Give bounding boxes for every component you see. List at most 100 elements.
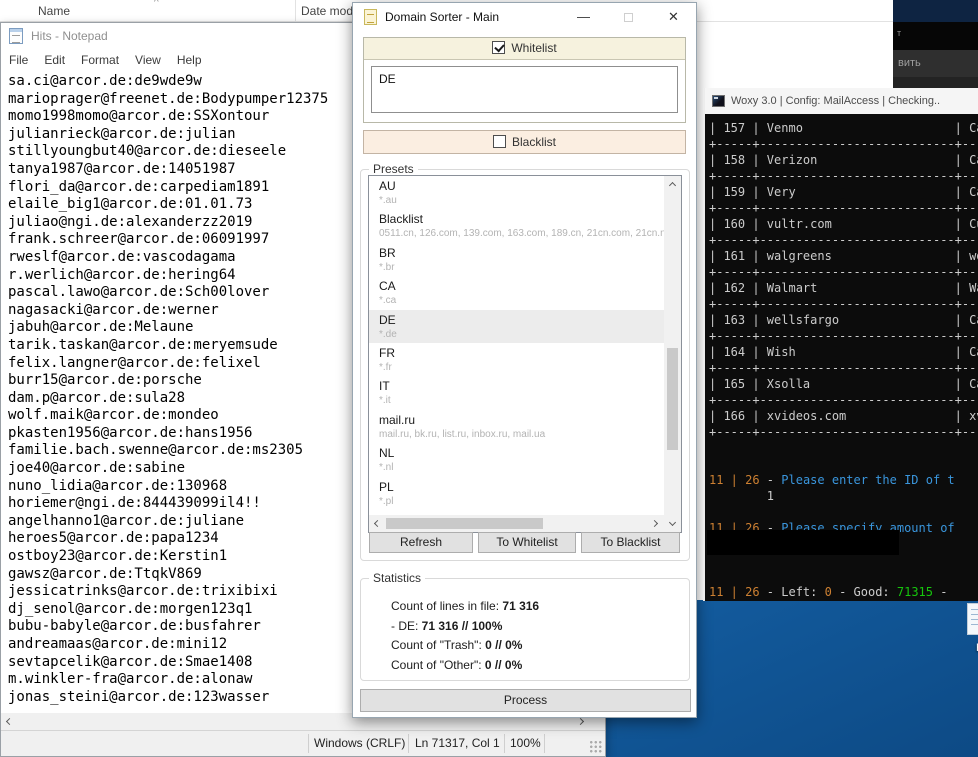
preset-item[interactable]: IT*.it — [369, 376, 664, 409]
console-table-row: | 164 | Wish | Ca — [709, 344, 978, 360]
preset-item[interactable]: mail.rumail.ru, bk.ru, list.ru, inbox.ru… — [369, 410, 664, 443]
column-divider[interactable] — [295, 0, 296, 21]
console-table-separator: +-----+---------------------------+--- — [709, 136, 978, 152]
status-zoom-level: 100% — [510, 731, 541, 756]
preset-item[interactable]: Blacklist0511.cn, 126.com, 139.com, 163.… — [369, 209, 664, 242]
status-separator — [504, 734, 505, 753]
resize-grip[interactable] — [589, 740, 602, 753]
blacklist-checkbox[interactable] — [493, 135, 506, 148]
blacklist-panel[interactable]: Blacklist — [363, 130, 686, 154]
menu-edit[interactable]: Edit — [36, 49, 73, 71]
dark-window-body: т — [893, 22, 978, 50]
statistics-legend: Statistics — [369, 571, 425, 585]
menu-file[interactable]: File — [1, 49, 36, 71]
console-table-row: | 165 | Xsolla | Ca — [709, 376, 978, 392]
console-message-line — [709, 456, 978, 472]
scroll-left-icon[interactable] — [1, 713, 17, 730]
preset-domains: *.pl — [379, 495, 664, 508]
vertical-scroll-thumb[interactable] — [667, 348, 678, 450]
console-table-separator: +-----+---------------------------+--- — [709, 424, 978, 440]
status-line-ending: Windows (CRLF) — [314, 731, 405, 756]
preset-domains: *.de — [379, 328, 664, 341]
console-message-line: 11 | 26 - Left: 0 - Good: 71315 - — [709, 584, 978, 600]
menu-help[interactable]: Help — [169, 49, 210, 71]
maximize-button[interactable] — [606, 3, 651, 31]
preset-item[interactable]: DE*.de — [369, 310, 664, 343]
console-table-row: | 157 | Venmo | Ca — [709, 120, 978, 136]
console-table-row: | 161 | walgreens | wo — [709, 248, 978, 264]
status-separator — [308, 734, 309, 753]
console-table-row: | 166 | xvideos.com | xv — [709, 408, 978, 424]
preset-item[interactable]: BR*.br — [369, 243, 664, 276]
scroll-left-icon[interactable] — [369, 515, 385, 532]
console-icon — [712, 95, 725, 107]
redacted-area — [707, 530, 899, 555]
console-table-row: | 162 | Walmart | Wa — [709, 280, 978, 296]
preset-name: mail.ru — [379, 412, 664, 428]
console-table-separator: +-----+---------------------------+--- — [709, 168, 978, 184]
preset-name: Blacklist — [379, 211, 664, 227]
presets-listbox[interactable]: AU*.auBlacklist0511.cn, 126.com, 139.com… — [368, 175, 682, 533]
console-table-separator: +-----+---------------------------+--- — [709, 264, 978, 280]
horizontal-scroll-thumb[interactable] — [386, 518, 543, 529]
woxy-console-window: Woxy 3.0 | Config: MailAccess | Checking… — [703, 88, 978, 601]
to-blacklist-button[interactable]: To Blacklist — [581, 532, 680, 553]
text-file-icon — [967, 603, 978, 635]
background-dark-window: т вить — [893, 0, 978, 96]
close-button[interactable]: ✕ — [651, 3, 696, 31]
to-whitelist-button[interactable]: To Whitelist — [478, 532, 576, 553]
sort-ascending-icon: ^ — [154, 0, 159, 8]
menu-view[interactable]: View — [127, 49, 169, 71]
statistics-line: Count of lines in file: 71 316 — [391, 597, 539, 617]
minimize-button[interactable]: — — [561, 3, 606, 31]
statistics-line: - DE: 71 316 // 100% — [391, 617, 539, 637]
preset-item[interactable]: PL*.pl — [369, 477, 664, 510]
whitelist-panel: Whitelist DE — [363, 37, 686, 123]
explorer-column-date-modified[interactable]: Date mod — [301, 4, 353, 18]
preset-item[interactable]: FR*.fr — [369, 343, 664, 376]
console-table-separator: +-----+---------------------------+--- — [709, 392, 978, 408]
desktop: { "desktop": { "icon_label": "H" }, "exp… — [0, 0, 978, 757]
statistics-line: Count of "Trash": 0 // 0% — [391, 636, 539, 656]
explorer-column-name[interactable]: Name — [38, 4, 70, 18]
statistics-lines: Count of lines in file: 71 316 - DE: 71 … — [391, 597, 539, 675]
status-separator — [408, 734, 409, 753]
console-table-separator: +-----+---------------------------+--- — [709, 360, 978, 376]
process-button[interactable]: Process — [360, 689, 691, 712]
scroll-up-icon[interactable] — [664, 176, 680, 193]
console-table-separator: +-----+---------------------------+--- — [709, 328, 978, 344]
preset-domains: *.au — [379, 194, 664, 207]
menu-format[interactable]: Format — [73, 49, 127, 71]
dark-window-button[interactable]: вить — [893, 50, 978, 77]
notepad-icon — [9, 28, 23, 44]
console-output[interactable]: | 157 | Venmo | Ca+-----+---------------… — [705, 114, 978, 601]
console-table-row: | 163 | wellsfargo | Ca — [709, 312, 978, 328]
preset-item[interactable]: NL*.nl — [369, 443, 664, 476]
console-table-separator: +-----+---------------------------+--- — [709, 200, 978, 216]
notepad-title: Hits - Notepad — [31, 23, 108, 49]
console-table-separator: +-----+---------------------------+--- — [709, 296, 978, 312]
refresh-button[interactable]: Refresh — [369, 532, 473, 553]
status-separator — [544, 734, 545, 753]
preset-domains: *.fr — [379, 361, 664, 374]
preset-name: NL — [379, 445, 664, 461]
presets-vertical-scrollbar[interactable] — [664, 176, 681, 532]
console-table-row: | 158 | Verizon | Ca — [709, 152, 978, 168]
console-table-row: | 159 | Very | Ca — [709, 184, 978, 200]
whitelist-input[interactable]: DE — [371, 66, 678, 113]
presets-legend: Presets — [369, 162, 418, 176]
whitelist-header[interactable]: Whitelist — [364, 38, 685, 60]
status-cursor-position: Ln 71317, Col 1 — [415, 731, 500, 756]
console-titlebar[interactable]: Woxy 3.0 | Config: MailAccess | Checking… — [705, 88, 978, 114]
preset-item[interactable]: CA*.ca — [369, 276, 664, 309]
preset-item[interactable]: AU*.au — [369, 176, 664, 209]
blacklist-label: Blacklist — [512, 135, 556, 149]
console-message-line — [709, 504, 978, 520]
domain-sorter-window: Domain Sorter - Main — ✕ Whitelist DE Bl… — [352, 2, 697, 718]
presets-horizontal-scrollbar[interactable] — [369, 515, 664, 532]
whitelist-checkbox[interactable] — [492, 41, 505, 54]
scroll-down-icon[interactable] — [664, 516, 680, 532]
preset-domains: *.ca — [379, 294, 664, 307]
preset-name: FR — [379, 345, 664, 361]
scroll-right-icon[interactable] — [648, 515, 664, 532]
